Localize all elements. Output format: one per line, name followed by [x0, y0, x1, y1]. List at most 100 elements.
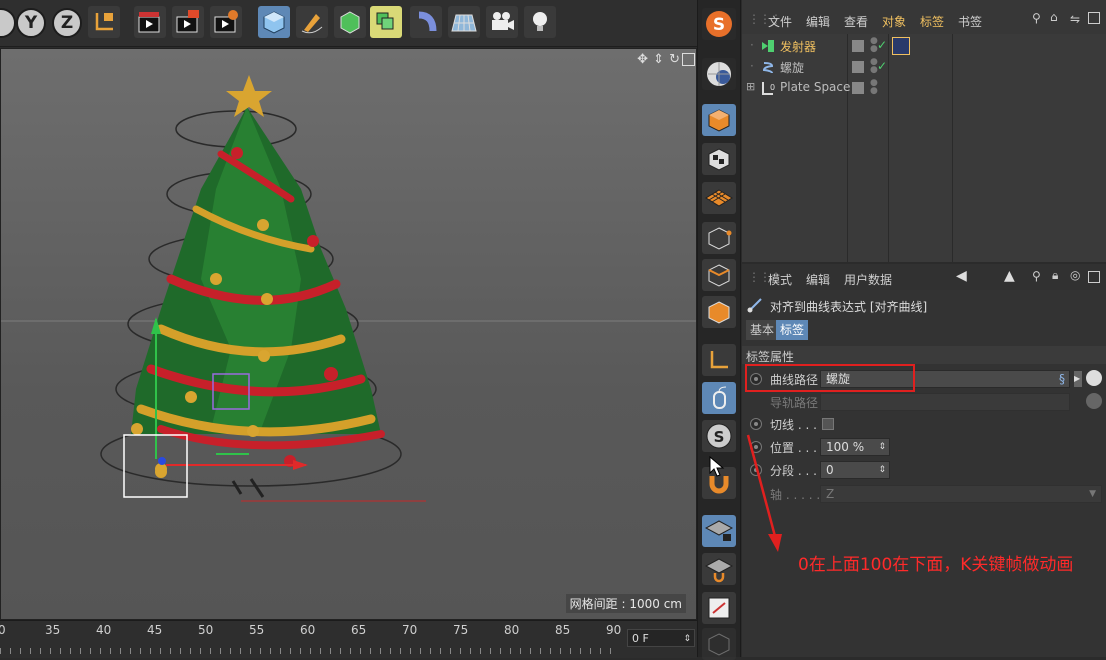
tree-row-helix[interactable]: · 螺旋 ● ● ✓: [742, 57, 1106, 77]
highlight-box: [745, 364, 915, 392]
tick-label: 35: [45, 623, 61, 637]
pick-rail-icon[interactable]: [1086, 393, 1102, 409]
menu-user-data[interactable]: 用户数据: [844, 271, 892, 288]
camera-button[interactable]: [486, 6, 518, 38]
layer-swatch[interactable]: [852, 82, 864, 94]
render-region-button[interactable]: [172, 6, 204, 38]
floor-icon: [451, 14, 477, 32]
tangent-checkbox[interactable]: [822, 418, 834, 430]
layer-swatch[interactable]: [852, 61, 864, 73]
visibility-dots[interactable]: ● ●: [870, 79, 878, 96]
polygons-cube-icon: [708, 301, 730, 324]
floor-button[interactable]: [448, 6, 480, 38]
extra-cube-button[interactable]: [702, 628, 736, 660]
light-button[interactable]: [524, 6, 556, 38]
workplane-button[interactable]: [702, 182, 736, 214]
array-button[interactable]: [370, 6, 402, 38]
tick-label: 90: [606, 623, 622, 637]
menu-mode[interactable]: 模式: [768, 271, 792, 288]
new-window-icon[interactable]: [1088, 12, 1100, 24]
edge-mode-button[interactable]: [702, 259, 736, 291]
axis-y-button[interactable]: Y: [16, 8, 46, 38]
target-icon[interactable]: ◎: [1070, 268, 1080, 282]
mouse-icon: [713, 386, 727, 409]
locked-workplane-button[interactable]: [702, 515, 736, 547]
object-name[interactable]: Plate Space: [780, 80, 850, 94]
chevron-down-icon: ▼: [1089, 489, 1096, 499]
stepper-icon[interactable]: ⇕: [878, 462, 886, 478]
stepper-icon[interactable]: ⇕: [878, 439, 886, 455]
back-arrow-icon[interactable]: ◀: [956, 268, 967, 284]
menu-bookmarks[interactable]: 书签: [958, 13, 982, 30]
stepper-icon[interactable]: ⇕: [683, 630, 691, 648]
link-menu-arrow-icon[interactable]: ▶: [1074, 371, 1082, 387]
cube-object-button[interactable]: [258, 6, 290, 38]
menu-objects[interactable]: 对象: [882, 13, 906, 30]
axis-z-button[interactable]: Z: [52, 8, 82, 38]
z-axis-handle[interactable]: [158, 457, 166, 465]
menu-edit[interactable]: 编辑: [806, 271, 830, 288]
object-tree[interactable]: · 发射器 ● ● ✓ · 螺旋 ● ● ✓ ⊞ 0 Plate Space ● ●: [742, 34, 1106, 262]
home-icon[interactable]: ⌂: [1050, 10, 1058, 24]
model-mode-button[interactable]: [702, 104, 736, 136]
pick-object-icon[interactable]: [1086, 370, 1102, 386]
lock-icon[interactable]: 🔒︎: [1052, 268, 1058, 283]
tweak-mode-button[interactable]: [702, 382, 736, 414]
subdivision-button[interactable]: [334, 6, 366, 38]
timeline-ruler[interactable]: 0 35 40 45 50 55 60 65 70 75 80 85 90: [0, 621, 622, 643]
menu-edit[interactable]: 编辑: [806, 13, 830, 30]
tick-label: 60: [300, 623, 316, 637]
object-name[interactable]: 发射器: [780, 38, 816, 55]
up-arrow-icon[interactable]: ▲: [1004, 268, 1015, 284]
axis-icon: [710, 351, 728, 369]
planar-workplane-button[interactable]: [702, 553, 736, 585]
axis-x-button[interactable]: [0, 8, 16, 38]
subdivision-icon: [340, 11, 360, 34]
enabled-check-icon[interactable]: ✓: [877, 38, 887, 52]
new-window-icon[interactable]: [1088, 271, 1100, 283]
snap-button[interactable]: S: [702, 420, 736, 452]
render-settings-button[interactable]: [210, 6, 242, 38]
pen-tool-button[interactable]: [296, 6, 328, 38]
tree-row-emitter[interactable]: · 发射器 ● ● ✓: [742, 36, 1106, 56]
link-icon[interactable]: ⇋: [1070, 12, 1080, 26]
expand-plus-icon[interactable]: ⊞: [746, 80, 755, 93]
tab-tag[interactable]: 标签: [776, 320, 809, 340]
rail-path-field[interactable]: [820, 393, 1070, 411]
timeline[interactable]: 0 35 40 45 50 55 60 65 70 75 80 85 90 0 …: [0, 620, 697, 658]
object-name[interactable]: 螺旋: [780, 59, 804, 76]
tick-label: 55: [249, 623, 265, 637]
current-frame-field[interactable]: 0 F ⇕: [627, 629, 695, 647]
menu-file[interactable]: 文件: [768, 13, 792, 30]
globe-button[interactable]: [702, 58, 736, 90]
layer-swatch[interactable]: [852, 40, 864, 52]
axis-dropdown[interactable]: Z ▼: [820, 485, 1102, 503]
menu-view[interactable]: 查看: [844, 13, 868, 30]
3d-viewport[interactable]: ✥ ⇕ ↻ 网格间距: 1000 cm: [0, 48, 697, 620]
object-manager: ⋮⋮⋮ 文件 编辑 查看 对象 标签 书签 ⚲ ⌂ ⇋ · 发射器 ● ● ✓ ·…: [742, 0, 1106, 262]
tick-label: 75: [453, 623, 469, 637]
light-bulb-icon: [533, 12, 547, 31]
tag-title: 对齐到曲线表达式 [对齐曲线]: [770, 300, 928, 314]
point-mode-button[interactable]: [702, 222, 736, 254]
texture-mode-button[interactable]: [702, 143, 736, 175]
axis-mode-button[interactable]: [702, 344, 736, 376]
search-icon[interactable]: ⚲: [1032, 11, 1041, 25]
enabled-check-icon[interactable]: ✓: [877, 59, 887, 73]
timeline-tool-button[interactable]: [702, 592, 736, 624]
deformer-button[interactable]: [410, 6, 442, 38]
polygon-mode-button[interactable]: [702, 296, 736, 328]
search-icon[interactable]: ⚲: [1032, 269, 1041, 283]
align-to-spline-tag-icon[interactable]: [892, 37, 910, 55]
rail-path-label: 导轨路径: [770, 396, 819, 410]
position-field[interactable]: 100 % ⇕: [820, 438, 890, 456]
tab-basic[interactable]: 基本: [746, 320, 779, 340]
tree-row-plate-space[interactable]: ⊞ 0 Plate Space ● ●: [742, 78, 1106, 98]
script-button[interactable]: S: [702, 8, 736, 40]
menu-tags[interactable]: 标签: [920, 13, 944, 30]
animate-radio[interactable]: [750, 418, 762, 430]
coordinate-system-button[interactable]: [88, 6, 120, 38]
segment-field[interactable]: 0 ⇕: [820, 461, 890, 479]
clapper-icon: [138, 12, 160, 33]
render-view-button[interactable]: [134, 6, 166, 38]
